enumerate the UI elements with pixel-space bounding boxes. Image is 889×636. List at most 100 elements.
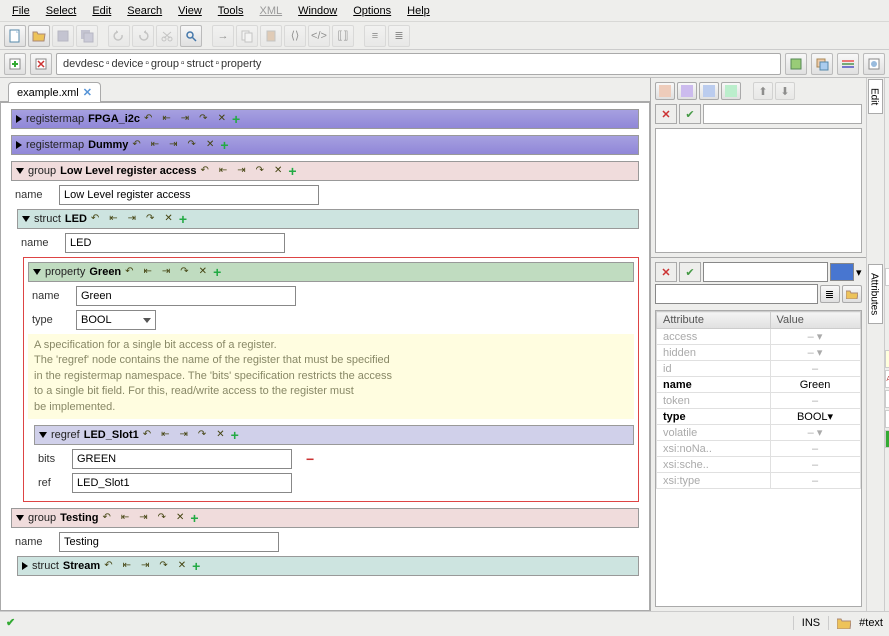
node-actions[interactable]: ↶ ⇤ ⇥ ↷ ✕ (144, 113, 228, 125)
nav-remove-button[interactable] (30, 53, 52, 75)
node-struct-stream[interactable]: struct Stream ↶ ⇤ ⇥ ↷ ✕ + (17, 556, 639, 576)
attr-cancel-button[interactable]: ✕ (655, 262, 677, 282)
menu-file[interactable]: File (4, 2, 38, 20)
breadcrumb-seg[interactable]: struct (187, 58, 214, 70)
node-struct-led[interactable]: struct LED ↶ ⇤ ⇥ ↷ ✕ + (17, 209, 639, 229)
paste-button[interactable] (260, 25, 282, 47)
node-actions[interactable]: ↶ ⇤ ⇥ ↷ ✕ (102, 512, 186, 524)
bc-btn-3[interactable] (837, 53, 859, 75)
attribute-table[interactable]: Attribute Value access– ▾hidden– ▾id–nam… (655, 310, 862, 607)
add-icon[interactable]: + (232, 111, 240, 127)
collapse-icon[interactable] (16, 168, 24, 174)
side-icon-highlight[interactable]: A (885, 350, 889, 368)
edit-value-input[interactable] (703, 104, 862, 124)
new-file-button[interactable] (4, 25, 26, 47)
remove-icon[interactable]: − (306, 451, 314, 467)
breadcrumb-seg[interactable]: group (151, 58, 179, 70)
table-row[interactable]: volatile– ▾ (657, 425, 861, 441)
rp-btn-4[interactable] (721, 82, 741, 100)
menu-help[interactable]: Help (399, 2, 438, 20)
node-group-testing[interactable]: group Testing ↶ ⇤ ⇥ ↷ ✕ + (11, 508, 639, 528)
side-icon-ok[interactable]: ✔ (885, 430, 889, 448)
node-actions[interactable]: ↶ ⇤ ⇥ ↷ ✕ (201, 165, 285, 177)
node-regref-led-slot1[interactable]: regref LED_Slot1 ↶ ⇤ ⇥ ↷ ✕ + (34, 425, 634, 445)
attr-value-input[interactable] (655, 284, 818, 304)
expand-icon[interactable] (16, 115, 22, 123)
name-input-struct1[interactable] (65, 233, 285, 253)
breadcrumb-seg[interactable]: devdesc (63, 58, 104, 70)
menu-view[interactable]: View (170, 2, 210, 20)
menu-tools[interactable]: Tools (210, 2, 252, 20)
side-icon-check[interactable]: ✔ (885, 268, 889, 286)
copy-button[interactable] (236, 25, 258, 47)
breadcrumb-seg[interactable]: property (221, 58, 261, 70)
accept-button[interactable]: ✔ (679, 104, 701, 124)
add-icon[interactable]: + (190, 510, 198, 526)
add-icon[interactable]: + (179, 211, 187, 227)
bits-input[interactable] (72, 449, 292, 469)
wrap-button[interactable]: ⟦⟧ (332, 25, 354, 47)
tab-close-icon[interactable]: ✕ (83, 86, 92, 99)
cancel-button[interactable]: ✕ (655, 104, 677, 124)
node-actions[interactable]: ↶ ⇤ ⇥ ↷ ✕ (143, 429, 227, 441)
table-row[interactable]: hidden– ▾ (657, 345, 861, 361)
sidetab-attributes[interactable]: Attributes (868, 264, 883, 324)
indent-right-button[interactable]: ≣ (388, 25, 410, 47)
node-property-green[interactable]: property Green ↶ ⇤ ⇥ ↷ ✕ + (28, 262, 634, 282)
expand-icon[interactable] (22, 562, 28, 570)
bc-btn-4[interactable] (863, 53, 885, 75)
expand-icon[interactable] (16, 141, 22, 149)
save-button[interactable] (52, 25, 74, 47)
type-select-prop1[interactable]: BOOL (76, 310, 156, 330)
add-icon[interactable]: + (220, 137, 228, 153)
add-icon[interactable]: + (231, 427, 239, 443)
node-actions[interactable]: ↶ ⇤ ⇥ ↷ ✕ (91, 213, 175, 225)
side-icon-omega[interactable]: Ω (885, 410, 889, 428)
node-actions[interactable]: ↶ ⇤ ⇥ ↷ ✕ (125, 266, 209, 278)
attr-col-name[interactable]: Attribute (657, 312, 771, 329)
node-registermap-dummy[interactable]: registermap Dummy ↶ ⇤ ⇥ ↷ ✕ + (11, 135, 639, 155)
table-row[interactable]: xsi:type– (657, 473, 861, 489)
table-row[interactable]: typeBOOL▾ (657, 409, 861, 425)
uncomment-button[interactable]: </> (308, 25, 330, 47)
save-all-button[interactable] (76, 25, 98, 47)
table-row[interactable]: xsi:noNa..– (657, 441, 861, 457)
comment-button[interactable]: ⟨⟩ (284, 25, 306, 47)
menu-xml[interactable]: XML (251, 2, 290, 20)
insert-button[interactable]: → (212, 25, 234, 47)
name-input-group2[interactable] (59, 532, 279, 552)
node-group-lowlevel[interactable]: group Low Level register access ↶ ⇤ ⇥ ↷ … (11, 161, 639, 181)
table-row[interactable]: id– (657, 361, 861, 377)
xml-editor[interactable]: registermap FPGA_i2c ↶ ⇤ ⇥ ↷ ✕ + registe… (0, 102, 650, 611)
add-icon[interactable]: + (192, 558, 200, 574)
attr-accept-button[interactable]: ✔ (679, 262, 701, 282)
undo-button[interactable] (108, 25, 130, 47)
find-button[interactable] (180, 25, 202, 47)
menu-select[interactable]: Select (38, 2, 85, 20)
table-row[interactable]: token– (657, 393, 861, 409)
rp-btn-5[interactable]: ⬆ (753, 82, 773, 100)
node-actions[interactable]: ↶ ⇤ ⇥ ↷ ✕ (104, 560, 188, 572)
bc-btn-1[interactable] (785, 53, 807, 75)
bc-btn-2[interactable] (811, 53, 833, 75)
collapse-icon[interactable] (33, 269, 41, 275)
breadcrumb-seg[interactable]: device (112, 58, 144, 70)
name-input-prop1[interactable] (76, 286, 296, 306)
folder-button[interactable] (842, 285, 862, 303)
menu-window[interactable]: Window (290, 2, 345, 20)
cut-button[interactable] (156, 25, 178, 47)
chevron-down-icon[interactable]: ▾ (856, 266, 862, 279)
collapse-icon[interactable] (39, 432, 47, 438)
table-row[interactable]: xsi:sche..– (657, 457, 861, 473)
rp-btn-3[interactable] (699, 82, 719, 100)
menu-edit[interactable]: Edit (84, 2, 119, 20)
attr-key-input[interactable] (703, 262, 828, 282)
rp-btn-1[interactable] (655, 82, 675, 100)
sidetab-edit[interactable]: Edit (868, 79, 883, 114)
rp-btn-2[interactable] (677, 82, 697, 100)
collapse-icon[interactable] (22, 216, 30, 222)
tab-example-xml[interactable]: example.xml ✕ (8, 82, 101, 102)
add-icon[interactable]: + (288, 163, 296, 179)
side-icon-refresh[interactable]: ⟳ (885, 390, 889, 408)
menu-options[interactable]: Options (345, 2, 399, 20)
